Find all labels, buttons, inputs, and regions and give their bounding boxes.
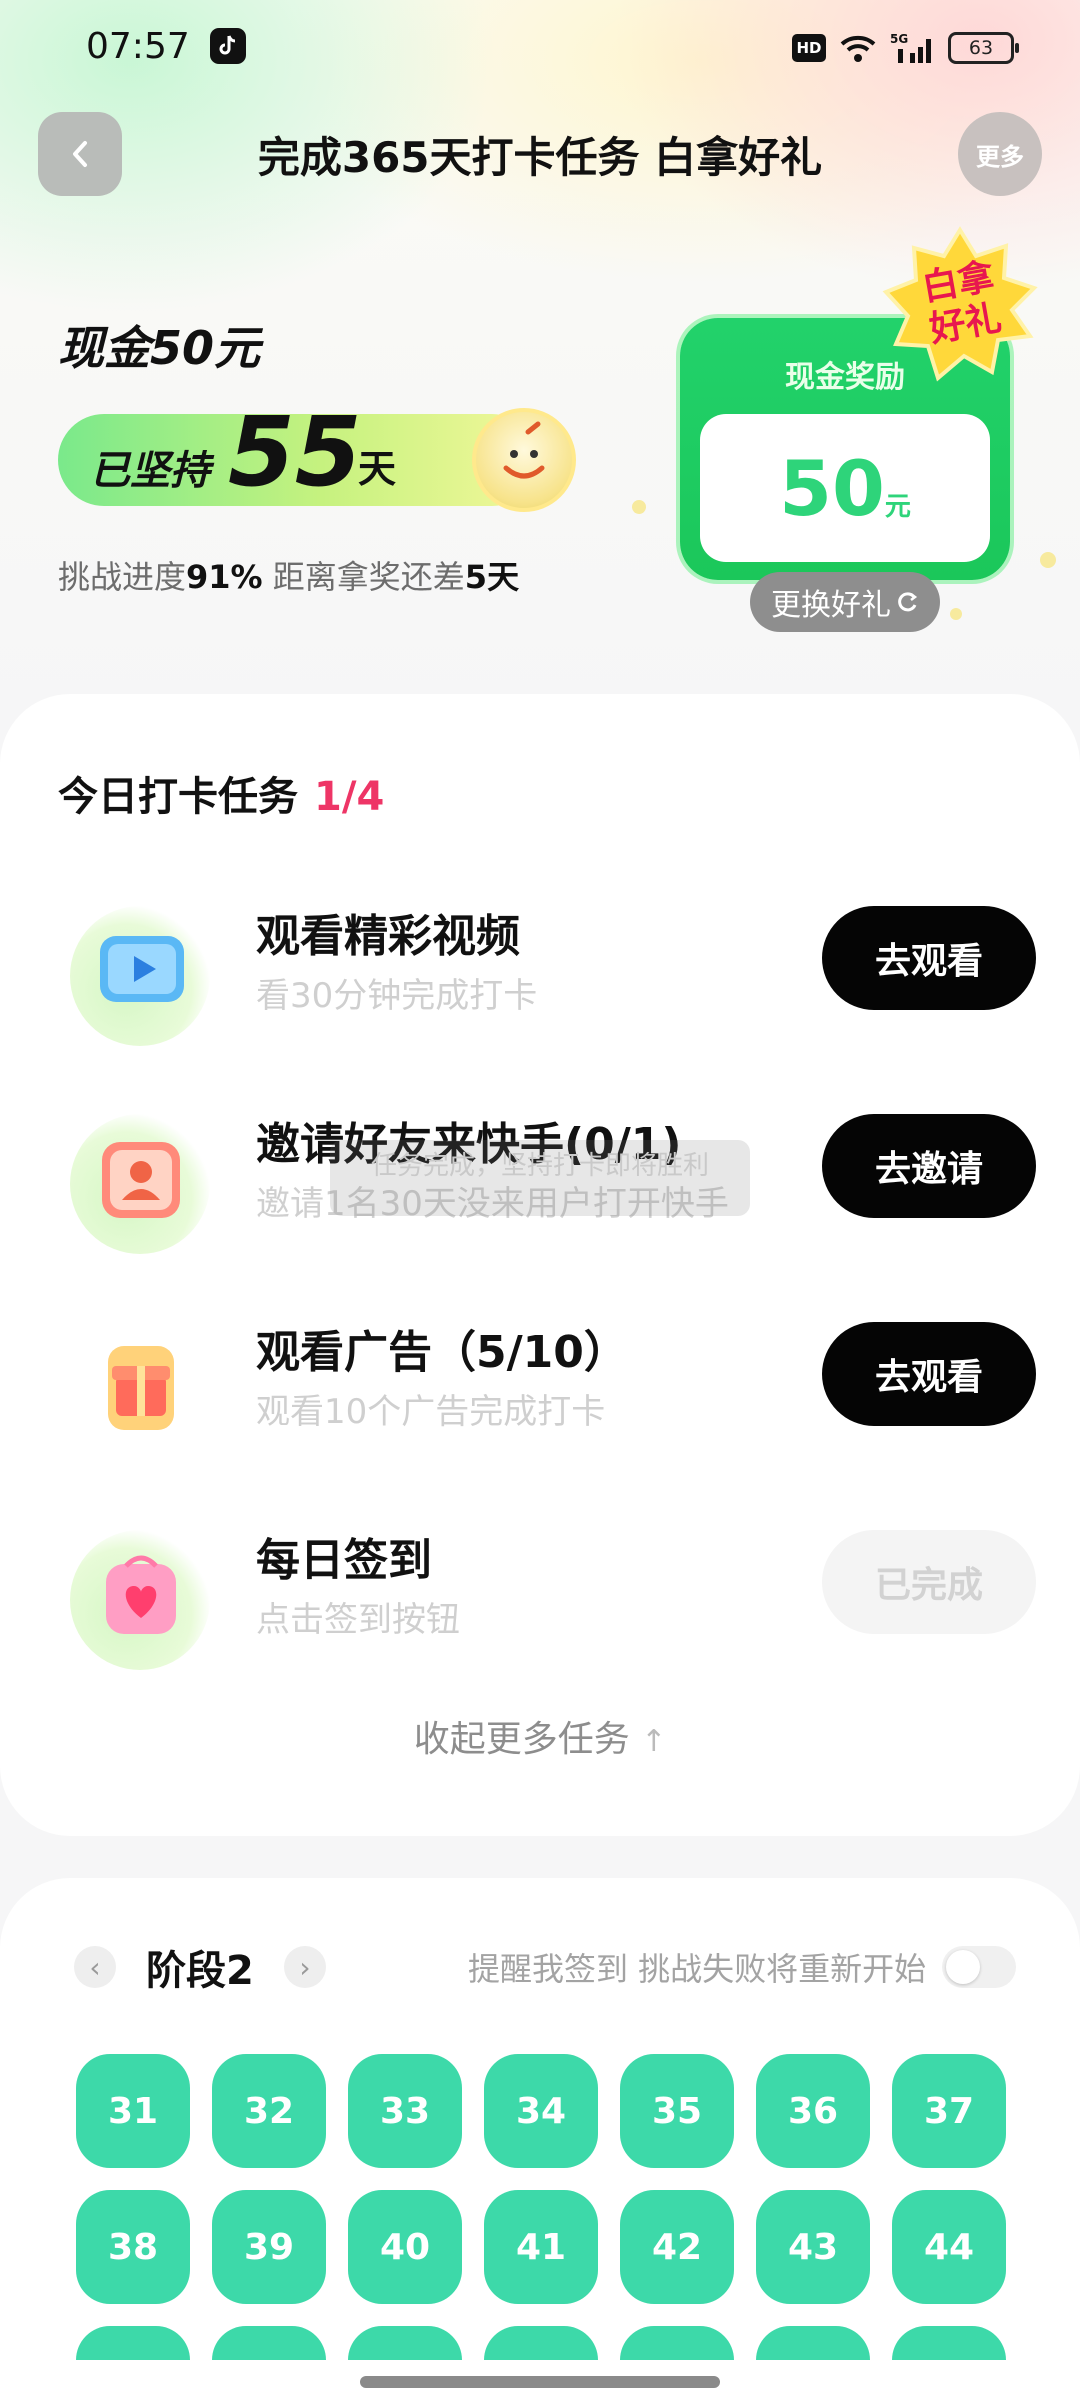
- battery-icon: 63: [948, 32, 1019, 64]
- reward-amount-unit: 元: [884, 492, 911, 522]
- watch-ad-button[interactable]: 去观看: [822, 1322, 1036, 1426]
- day-cell[interactable]: 33: [348, 2054, 462, 2168]
- more-button[interactable]: 更多: [958, 112, 1042, 196]
- reward-amount-value: 50: [779, 444, 885, 533]
- day-cell[interactable]: 37: [892, 2054, 1006, 2168]
- tiktok-notification-icon: [210, 28, 246, 64]
- invite-button[interactable]: 去邀请: [822, 1114, 1036, 1218]
- task-subtitle: 看30分钟完成打卡: [256, 976, 538, 1016]
- toast-message: 任务完成，坚持打卡即将胜利: [330, 1140, 750, 1216]
- day-cell[interactable]: 35: [620, 2054, 734, 2168]
- watch-video-button[interactable]: 去观看: [822, 906, 1036, 1010]
- streak-unit: 天: [358, 447, 397, 491]
- arrow-up-icon: ↑: [641, 1724, 667, 1759]
- wifi-icon: [840, 35, 876, 62]
- progress-percent: 91%: [186, 558, 263, 596]
- streak-label: 已坚持: [90, 448, 210, 494]
- stage-calendar-card: ‹ 阶段2 › 提醒我签到 挑战失败将重新开始 31 32 33 34 35 36 37 38…: [0, 1878, 1080, 2408]
- tasks-heading-label: 今日打卡任务: [58, 774, 298, 820]
- day-cell[interactable]: 44: [892, 2190, 1006, 2304]
- sparkle-decoration: [950, 608, 962, 620]
- svg-text:5G: 5G: [890, 32, 908, 46]
- heart-bag-icon: [70, 1530, 210, 1670]
- change-gift-button[interactable]: 更换好礼: [750, 572, 940, 632]
- reward-title: 现金50元: [58, 321, 261, 375]
- status-time: 07:57: [86, 26, 190, 67]
- progress-prefix: 挑战进度: [58, 558, 187, 596]
- day-cell[interactable]: 36: [756, 2054, 870, 2168]
- task-title: 每日签到: [256, 1535, 432, 1586]
- reward-amount: 50元: [700, 444, 990, 533]
- stage-title: 阶段2: [146, 1948, 254, 1994]
- sparkle-decoration: [632, 500, 646, 514]
- progress-text: 挑战进度91% 距离拿奖还差5天: [58, 552, 519, 598]
- reminder-toggle[interactable]: [942, 1946, 1016, 1988]
- day-cell[interactable]: 32: [212, 2054, 326, 2168]
- chevron-left-icon[interactable]: ‹: [74, 1946, 116, 1988]
- tasks-count: 1/4: [314, 774, 385, 820]
- collapse-more-tasks-link[interactable]: 收起更多任务 ↑: [0, 1710, 1080, 1762]
- chevron-right-icon[interactable]: ›: [284, 1946, 326, 1988]
- invite-friend-icon: [70, 1114, 210, 1254]
- status-bar: 07:57 HD 5G 63: [0, 0, 1080, 100]
- day-cell[interactable]: 34: [484, 2054, 598, 2168]
- tasks-heading: 今日打卡任务 1/4: [58, 764, 384, 822]
- reward-card-inner: 50元: [700, 414, 990, 562]
- progress-days-left: 5天: [464, 558, 520, 596]
- task-row: 观看广告（5/10） 观看10个广告完成打卡 去观看: [0, 1310, 1080, 1470]
- collapse-label: 收起更多任务: [413, 1719, 630, 1760]
- day-cell[interactable]: 43: [756, 2190, 870, 2304]
- day-cell[interactable]: 38: [76, 2190, 190, 2304]
- task-row: 每日签到 点击签到按钮 已完成: [0, 1518, 1080, 1678]
- status-icons: HD 5G 63: [792, 28, 1019, 68]
- task-row: 观看精彩视频 看30分钟完成打卡 去观看: [0, 894, 1080, 1054]
- sparkle-decoration: [1040, 552, 1056, 568]
- streak-days: 55: [228, 396, 362, 508]
- day-cell[interactable]: 42: [620, 2190, 734, 2304]
- task-title: 观看精彩视频: [256, 911, 520, 962]
- video-play-icon: [70, 906, 210, 1046]
- task-title: 观看广告（5/10）: [256, 1327, 628, 1378]
- change-gift-label: 更换好礼: [771, 588, 891, 623]
- day-cell[interactable]: 39: [212, 2190, 326, 2304]
- signal-icon: 5G: [890, 32, 931, 63]
- task-subtitle: 观看10个广告完成打卡: [256, 1392, 606, 1432]
- task-subtitle: 点击签到按钮: [256, 1600, 460, 1640]
- gift-box-icon: [70, 1322, 210, 1462]
- refresh-icon: [898, 592, 918, 612]
- progress-middle: 距离拿奖还差: [262, 558, 465, 596]
- reminder-text: 提醒我签到 挑战失败将重新开始: [468, 1950, 927, 1988]
- daily-tasks-card: 今日打卡任务 1/4 观看精彩视频 看30分钟完成打卡 去观看 邀请好友来快手(0…: [0, 694, 1080, 1836]
- home-indicator[interactable]: [360, 2376, 720, 2388]
- day-cell[interactable]: 31: [76, 2054, 190, 2168]
- day-cell[interactable]: 40: [348, 2190, 462, 2304]
- hd-icon: HD: [792, 34, 826, 62]
- check-in-done-button[interactable]: 已完成: [822, 1530, 1036, 1634]
- streak-pill: 已坚持 55 天: [58, 396, 576, 512]
- mascot-icon: [472, 408, 576, 512]
- day-cell[interactable]: 41: [484, 2190, 598, 2304]
- page-title: 完成365天打卡任务 白拿好礼: [257, 133, 823, 182]
